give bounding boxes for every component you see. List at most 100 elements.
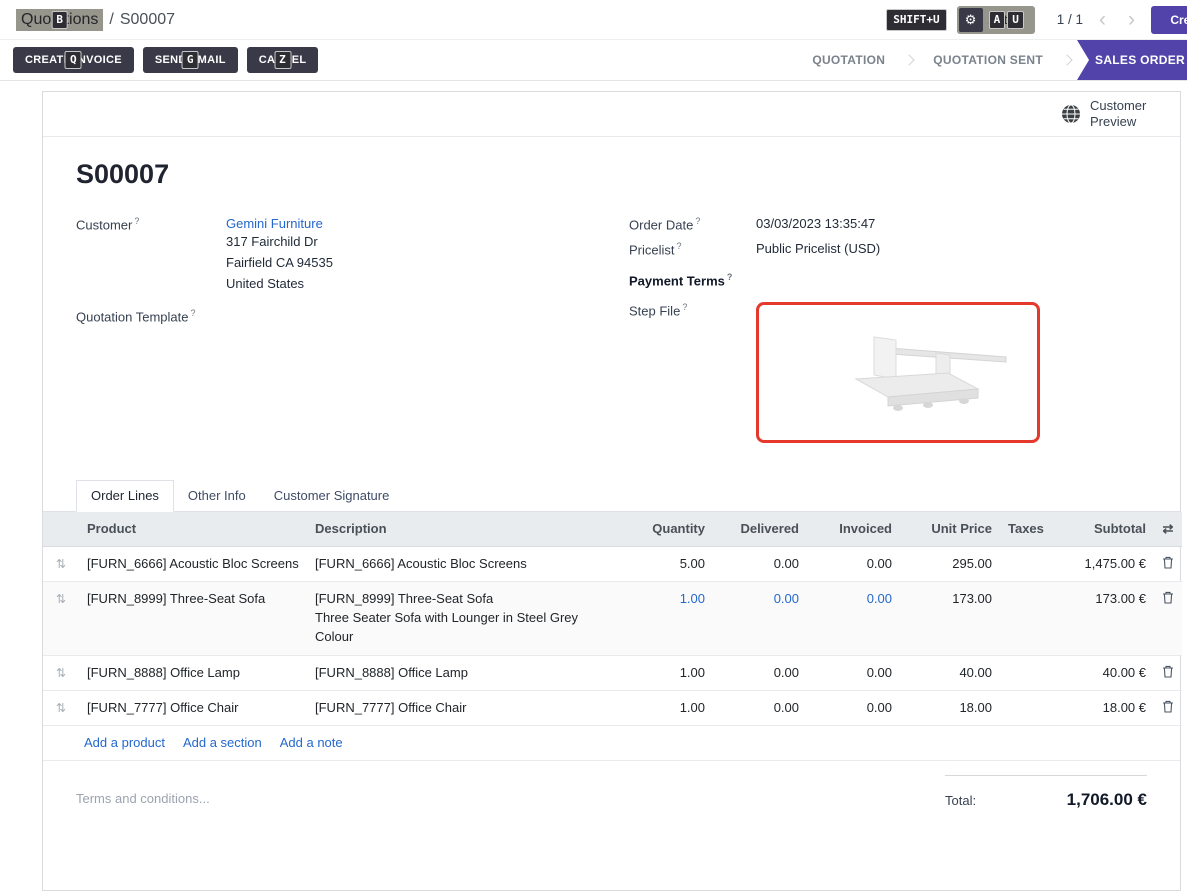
unit-price-column-header[interactable]: Unit Price <box>900 512 1000 547</box>
create-invoice-button[interactable]: CREATE INVOICE Q <box>13 47 134 73</box>
form-column-left: Customer? Gemini Furniture 317 Fairchild… <box>76 216 629 452</box>
control-panel: Quotations B / S00007 SHIFT+U ⚙ Action A… <box>0 0 1187 40</box>
product-cell[interactable]: [FURN_7777] Office Chair <box>79 690 307 725</box>
customer-field-label: Customer? <box>76 216 226 294</box>
taxes-cell[interactable] <box>1000 546 1046 581</box>
delete-row-icon[interactable] <box>1162 591 1174 607</box>
customer-address: 317 Fairchild Dr Fairfield CA 94535 Unit… <box>226 231 333 294</box>
keyboard-hint-badge: B <box>51 11 68 29</box>
product-cell[interactable]: [FURN_8999] Three-Seat Sofa <box>79 581 307 655</box>
form-sheet: Customer Preview S00007 Customer? Gemini… <box>42 91 1181 891</box>
description-cell[interactable]: [FURN_6666] Acoustic Bloc Screens <box>307 546 625 581</box>
product-cell[interactable]: [FURN_8888] Office Lamp <box>79 655 307 690</box>
invoiced-cell[interactable]: 0.00 <box>807 581 900 655</box>
field-quotation-template: Quotation Template? <box>76 308 629 324</box>
quotation-template-field-label: Quotation Template? <box>76 308 226 324</box>
step-file-field-label: Step File? <box>629 302 756 443</box>
add-section-link[interactable]: Add a section <box>183 735 262 750</box>
unit-price-cell[interactable]: 40.00 <box>900 655 1000 690</box>
table-row: ⇅ [FURN_6666] Acoustic Bloc Screens [FUR… <box>43 546 1182 581</box>
action-bar: CREATE INVOICE Q SEND EMAIL G CANCEL Z Q… <box>0 40 1187 81</box>
form-fields: Customer? Gemini Furniture 317 Fairchild… <box>76 216 1147 452</box>
tab-order-lines[interactable]: Order Lines <box>76 480 174 512</box>
invoiced-cell[interactable]: 0.00 <box>807 655 900 690</box>
invoiced-column-header[interactable]: Invoiced <box>807 512 900 547</box>
quantity-cell[interactable]: 5.00 <box>625 546 713 581</box>
add-product-link[interactable]: Add a product <box>84 735 165 750</box>
delete-row-icon[interactable] <box>1162 665 1174 681</box>
send-email-button[interactable]: SEND EMAIL G <box>143 47 238 73</box>
delivered-cell[interactable]: 0.00 <box>713 655 807 690</box>
drag-handle-icon[interactable]: ⇅ <box>56 557 66 571</box>
status-step-sales-order[interactable]: SALES ORDER <box>1077 40 1187 80</box>
product-column-header[interactable]: Product <box>79 512 307 547</box>
help-icon: ? <box>727 272 733 282</box>
pager-next-icon[interactable]: › <box>1122 9 1141 30</box>
optional-columns-icon[interactable]: ⇄ <box>1163 521 1174 536</box>
delivered-column-header[interactable]: Delivered <box>713 512 807 547</box>
pricelist-field-value[interactable]: Public Pricelist (USD) <box>756 241 880 257</box>
terms-placeholder[interactable]: Terms and conditions... <box>76 791 210 806</box>
create-button[interactable]: Create <box>1151 6 1187 34</box>
customer-preview-button[interactable]: Customer Preview <box>1061 98 1162 131</box>
breadcrumb-separator: / <box>109 11 113 29</box>
delivered-cell[interactable]: 0.00 <box>713 581 807 655</box>
action-menu-button[interactable]: ⚙ Action A U <box>957 6 1035 34</box>
tab-customer-signature[interactable]: Customer Signature <box>260 481 404 511</box>
taxes-cell[interactable] <box>1000 655 1046 690</box>
quantity-cell[interactable]: 1.00 <box>625 655 713 690</box>
field-customer: Customer? Gemini Furniture 317 Fairchild… <box>76 216 629 294</box>
help-icon: ? <box>134 216 139 226</box>
customer-preview-label: Customer Preview <box>1090 98 1162 131</box>
order-date-field-value[interactable]: 03/03/2023 13:35:47 <box>756 216 875 232</box>
quantity-cell[interactable]: 1.00 <box>625 581 713 655</box>
invoiced-cell[interactable]: 0.00 <box>807 546 900 581</box>
description-cell[interactable]: [FURN_7777] Office Chair <box>307 690 625 725</box>
unit-price-cell[interactable]: 173.00 <box>900 581 1000 655</box>
address-line: United States <box>226 273 333 294</box>
subtotal-column-header[interactable]: Subtotal <box>1046 512 1154 547</box>
statusbar-separator <box>904 54 915 65</box>
taxes-column-header[interactable]: Taxes <box>1000 512 1046 547</box>
drag-handle-icon[interactable]: ⇅ <box>56 666 66 680</box>
add-note-link[interactable]: Add a note <box>280 735 343 750</box>
delete-row-icon[interactable] <box>1162 556 1174 572</box>
help-icon: ? <box>677 241 682 251</box>
customer-field-value[interactable]: Gemini Furniture <box>226 216 333 231</box>
delete-row-icon[interactable] <box>1162 700 1174 716</box>
description-column-header[interactable]: Description <box>307 512 625 547</box>
drag-handle-icon[interactable]: ⇅ <box>56 592 66 606</box>
control-panel-right: SHIFT+U ⚙ Action A U 1 / 1 ‹ › Create <box>886 6 1187 34</box>
cancel-button[interactable]: CANCEL Z <box>247 47 319 73</box>
invoiced-cell[interactable]: 0.00 <box>807 690 900 725</box>
table-row: ⇅ [FURN_7777] Office Chair [FURN_7777] O… <box>43 690 1182 725</box>
table-row: ⇅ [FURN_8999] Three-Seat Sofa [FURN_8999… <box>43 581 1182 655</box>
status-step-quotation[interactable]: QUOTATION <box>798 40 899 80</box>
quantity-column-header[interactable]: Quantity <box>625 512 713 547</box>
delivered-cell[interactable]: 0.00 <box>713 546 807 581</box>
help-icon: ? <box>191 308 196 318</box>
unit-price-cell[interactable]: 295.00 <box>900 546 1000 581</box>
description-cell[interactable]: [FURN_8999] Three-Seat Sofa Three Seater… <box>307 581 625 655</box>
field-order-date: Order Date? 03/03/2023 13:35:47 <box>629 216 1147 232</box>
action-buttons: CREATE INVOICE Q SEND EMAIL G CANCEL Z <box>13 47 318 73</box>
unit-price-cell[interactable]: 18.00 <box>900 690 1000 725</box>
quantity-cell[interactable]: 1.00 <box>625 690 713 725</box>
field-step-file: Step File? <box>629 302 1147 443</box>
order-date-field-label: Order Date? <box>629 216 756 232</box>
taxes-cell[interactable] <box>1000 581 1046 655</box>
pager-previous-icon[interactable]: ‹ <box>1093 9 1112 30</box>
description-cell[interactable]: [FURN_8888] Office Lamp <box>307 655 625 690</box>
product-cell[interactable]: [FURN_6666] Acoustic Bloc Screens <box>79 546 307 581</box>
tab-other-info[interactable]: Other Info <box>174 481 260 511</box>
taxes-cell[interactable] <box>1000 690 1046 725</box>
breadcrumb-quotations[interactable]: Quotations B <box>16 9 103 31</box>
delivered-cell[interactable]: 0.00 <box>713 690 807 725</box>
drag-handle-icon[interactable]: ⇅ <box>56 701 66 715</box>
optional-columns-header[interactable]: ⇄ <box>1154 512 1182 547</box>
field-pricelist: Pricelist? Public Pricelist (USD) <box>629 241 1147 257</box>
status-step-quotation-sent[interactable]: QUOTATION SENT <box>919 40 1057 80</box>
help-icon: ? <box>682 302 687 312</box>
keyboard-hint-badge: Q <box>65 51 82 69</box>
gear-icon: ⚙ <box>959 8 983 32</box>
